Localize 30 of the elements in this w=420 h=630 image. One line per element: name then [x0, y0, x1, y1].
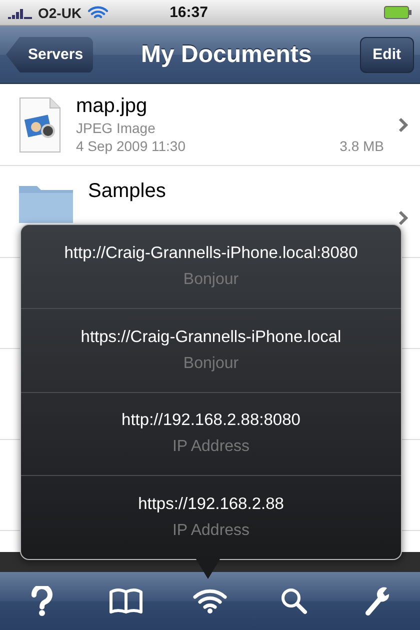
edit-button[interactable]: Edit [360, 36, 414, 72]
address-type: Bonjour [183, 354, 239, 373]
file-row[interactable]: map.jpg JPEG Image 4 Sep 2009 11:30 3.8 MB [0, 84, 420, 166]
address-type: IP Address [172, 522, 250, 540]
carrier-name: O2-UK [38, 4, 82, 20]
signal-icon [8, 6, 32, 18]
file-name: map.jpg [76, 95, 148, 118]
back-button[interactable]: Servers [6, 36, 94, 72]
file-type: JPEG Image [76, 120, 156, 136]
question-icon[interactable] [31, 586, 53, 616]
chevron-icon [398, 210, 408, 226]
address-type: IP Address [172, 438, 250, 456]
wifi-icon[interactable] [193, 588, 227, 614]
battery-icon [384, 6, 412, 19]
screen-title: My Documents [140, 40, 313, 68]
address-type: Bonjour [183, 270, 239, 289]
file-name: Samples [88, 180, 167, 203]
server-url[interactable]: http://192.168.2.88:8080 [122, 411, 300, 430]
popover-pointer [196, 559, 220, 579]
book-icon[interactable] [109, 588, 143, 614]
file-size: 3.8 MB [340, 138, 384, 154]
image-file-icon [18, 96, 62, 152]
file-date: 4 Sep 2009 11:30 [76, 138, 186, 154]
chevron-icon [398, 116, 408, 132]
search-icon[interactable] [280, 587, 308, 615]
wifi-icon [88, 6, 108, 20]
wrench-icon[interactable] [364, 586, 392, 616]
server-url[interactable]: https://Craig-Grannells-iPhone.local [80, 328, 342, 347]
server-url[interactable]: https://192.168.2.88 [138, 495, 284, 514]
clock-time: 16:37 [170, 4, 208, 21]
